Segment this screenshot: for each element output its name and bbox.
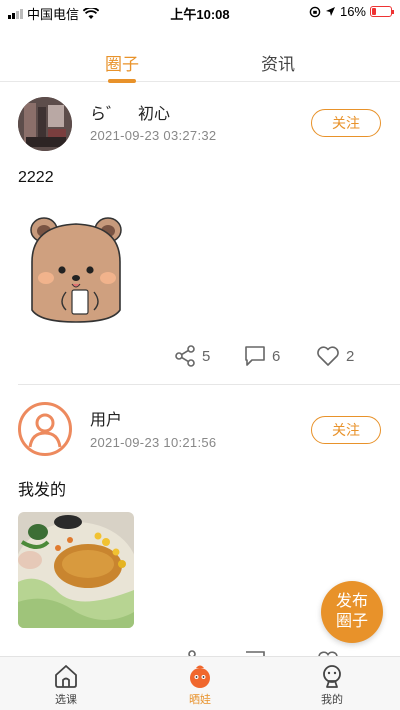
bottom-nav: 选课 晒娃 我的 (0, 656, 400, 710)
nav-item-mine[interactable]: 我的 (292, 663, 372, 707)
avatar[interactable] (18, 402, 72, 456)
follow-button[interactable]: 关注 (311, 416, 381, 444)
nav-item-show-kids[interactable]: 晒娃 (160, 663, 240, 707)
status-right: 16% (309, 4, 394, 19)
status-bar: 中国电信 上午10:08 16% (0, 0, 400, 24)
comment-action[interactable]: 6 (244, 345, 280, 367)
share-action[interactable]: 5 (174, 345, 210, 367)
post-username[interactable]: 用户 (90, 406, 122, 430)
battery-icon (370, 6, 394, 17)
mascot-icon (190, 665, 210, 688)
nav-label-courses: 选课 (55, 694, 77, 706)
nav-label-mine: 我的 (321, 694, 343, 706)
follow-button[interactable]: 关注 (311, 109, 381, 137)
profile-icon (323, 665, 341, 688)
post-text: 2222 (18, 169, 54, 186)
like-action[interactable]: 2 (316, 345, 354, 367)
battery-percent: 16% (339, 4, 366, 19)
top-tabs: 圈子 资讯 (0, 44, 400, 83)
post-actions: 5 6 2 (0, 345, 400, 373)
avatar[interactable] (18, 97, 72, 151)
post-timestamp: 2021-09-23 10:21:56 (90, 435, 217, 450)
post-timestamp: 2021-09-23 03:27:32 (90, 128, 217, 143)
like-count: 2 (346, 347, 355, 365)
home-icon (55, 665, 77, 688)
heart-icon (317, 346, 339, 366)
location-icon (325, 7, 335, 16)
comment-icon (245, 346, 265, 366)
nav-label-show-kids: 晒娃 (189, 694, 211, 706)
post-username[interactable]: ら゛ 初心 (90, 100, 170, 124)
publish-circle-label: 发布圈子 (335, 593, 368, 630)
share-icon (175, 345, 195, 367)
bear-sticker-image[interactable] (22, 212, 130, 324)
share-count: 5 (202, 347, 211, 365)
nav-item-courses[interactable]: 选课 (26, 663, 106, 707)
rotation-lock-icon (309, 6, 321, 17)
tab-news[interactable]: 资讯 (238, 50, 318, 75)
publish-circle-button[interactable]: 发布圈子 (321, 581, 383, 643)
food-photo-image[interactable] (18, 512, 134, 628)
tab-circle[interactable]: 圈子 (82, 50, 162, 75)
post-divider (18, 384, 400, 385)
tab-active-indicator (108, 79, 136, 83)
post-text: 我发的 (18, 482, 67, 499)
comment-count: 6 (272, 347, 281, 365)
